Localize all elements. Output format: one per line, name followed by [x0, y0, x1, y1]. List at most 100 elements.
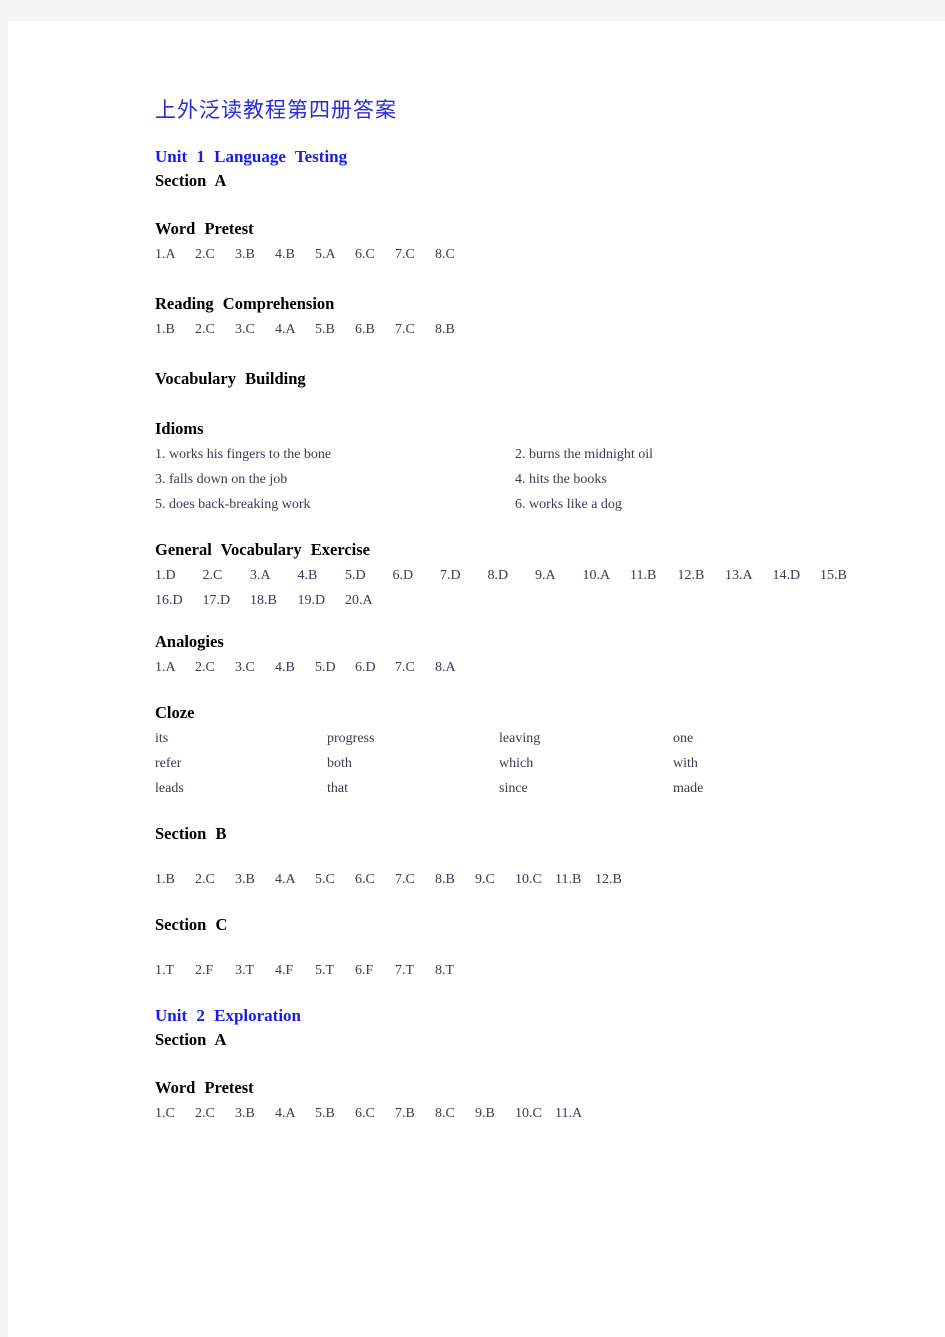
cloze-cell: with	[673, 756, 698, 771]
answer-item: 4.A	[275, 322, 296, 337]
answer-item: 7.C	[395, 247, 415, 262]
answer-item: 6.C	[355, 1106, 375, 1121]
answer-item: 1.A	[155, 247, 176, 262]
answer-item: 4.F	[275, 963, 294, 978]
cloze-line: leads that since made	[155, 776, 855, 801]
cloze-cell: progress	[327, 731, 375, 746]
answer-item: 5.B	[315, 1106, 335, 1121]
subheading-idioms-unit1: Idioms	[155, 419, 204, 438]
answer-item: 8.A	[435, 660, 456, 675]
answer-item: 5.D	[345, 568, 366, 583]
answer-item: 18.B	[250, 593, 277, 608]
answer-item: 7.C	[395, 322, 415, 337]
answer-item: 8.T	[435, 963, 455, 978]
answer-item: 11.B	[630, 568, 657, 583]
answer-item: 1.A	[155, 660, 176, 675]
answer-item: 10.C	[515, 1106, 542, 1121]
answer-item: 6.C	[355, 872, 375, 887]
cloze-cell: both	[327, 756, 352, 771]
cloze-cell: since	[499, 781, 528, 796]
idioms-grid-unit1: 1. works his fingers to the bone 2. burns…	[155, 442, 855, 517]
answer-item: 5.C	[315, 872, 335, 887]
subheading-general-vocabulary-unit1: General Vocabulary Exercise	[155, 540, 371, 559]
answer-item: 16.D	[155, 593, 183, 608]
answer-item: 2.C	[195, 1106, 215, 1121]
answer-item: 2.C	[195, 660, 215, 675]
cloze-cell: which	[499, 756, 534, 771]
unit-heading-2: Unit 2 Exploration	[155, 1006, 302, 1025]
cloze-cell: leads	[155, 781, 184, 796]
cloze-cell: that	[327, 781, 348, 796]
answer-item: 1.C	[155, 1106, 175, 1121]
answer-row-reading-comprehension-unit1: 1.B 2.C 3.C 4.A 5.B 6.B 7.C 8.B	[155, 317, 848, 342]
answer-item: 2.C	[195, 322, 215, 337]
answer-item: 8.B	[435, 872, 455, 887]
answer-item: 7.D	[440, 568, 461, 583]
answer-item: 1.B	[155, 322, 175, 337]
document-content: 上外泛读教程第四册答案 Unit 1 Language Testing Sect…	[148, 96, 848, 1126]
cloze-line: refer both which with	[155, 751, 855, 776]
answer-item: 12.B	[677, 568, 705, 583]
cloze-line: its progress leaving one	[155, 726, 855, 751]
idiom-cell: 4. hits the books	[515, 472, 607, 487]
subheading-cloze-unit1: Cloze	[155, 703, 195, 722]
answer-item: 1.D	[155, 568, 176, 583]
answer-item: 9.C	[475, 872, 495, 887]
answer-item: 14.D	[772, 568, 801, 583]
section-heading-b-unit1: Section B	[155, 824, 227, 843]
answer-item: 9.B	[475, 1106, 495, 1121]
subheading-reading-comprehension-unit1: Reading Comprehension	[155, 294, 335, 313]
answer-item: 1.B	[155, 872, 175, 887]
page-title: 上外泛读教程第四册答案	[155, 98, 397, 122]
answer-item: 2.C	[195, 247, 215, 262]
answer-row-section-c-unit1: 1.T 2.F 3.T 4.F 5.T 6.F 7.T 8.T	[155, 958, 848, 983]
answer-item: 3.A	[250, 568, 271, 583]
answer-row-general-vocabulary-2-unit1: 16.D 17.D 18.B 19.D 20.A	[155, 588, 848, 613]
subheading-analogies-unit1: Analogies	[155, 632, 224, 651]
answer-item: 8.D	[487, 568, 509, 583]
answer-item: 3.B	[235, 872, 255, 887]
answer-item: 7.T	[395, 963, 415, 978]
answer-item: 2.F	[195, 963, 214, 978]
section-heading-a-unit1: Section A	[155, 171, 227, 190]
answer-item: 10.C	[515, 872, 542, 887]
cloze-cell: made	[673, 781, 704, 796]
answer-item: 6.D	[392, 568, 414, 583]
answer-item: 3.C	[235, 660, 255, 675]
cloze-cell: its	[155, 731, 169, 746]
document-page: 上外泛读教程第四册答案 Unit 1 Language Testing Sect…	[8, 21, 945, 1337]
answer-item: 5.D	[315, 660, 336, 675]
idiom-cell: 3. falls down on the job	[155, 472, 288, 487]
answer-item: 17.D	[202, 593, 231, 608]
answer-item: 6.B	[355, 322, 375, 337]
answer-item: 5.A	[315, 247, 336, 262]
answer-item: 4.A	[275, 872, 296, 887]
cloze-cell: leaving	[499, 731, 541, 746]
answer-row-word-pretest-unit1: 1.A 2.C 3.B 4.B 5.A 6.C 7.C 8.C	[155, 242, 848, 267]
idiom-cell: 2. burns the midnight oil	[515, 447, 654, 462]
subheading-word-pretest-unit2: Word Pretest	[155, 1078, 254, 1097]
answer-item: 6.F	[355, 963, 374, 978]
idiom-cell: 5. does back-breaking work	[155, 497, 311, 512]
answer-item: 9.A	[535, 568, 556, 583]
idiom-cell: 6. works like a dog	[515, 497, 622, 512]
answer-item: 11.A	[555, 1106, 583, 1121]
answer-item: 7.C	[395, 872, 415, 887]
answer-item: 20.A	[345, 593, 373, 608]
answer-item: 6.D	[355, 660, 376, 675]
answer-item: 4.B	[297, 568, 318, 583]
answer-item: 3.B	[235, 247, 255, 262]
answer-item: 3.T	[235, 963, 255, 978]
idiom-cell: 1. works his fingers to the bone	[155, 447, 332, 462]
answer-item: 4.B	[275, 660, 295, 675]
